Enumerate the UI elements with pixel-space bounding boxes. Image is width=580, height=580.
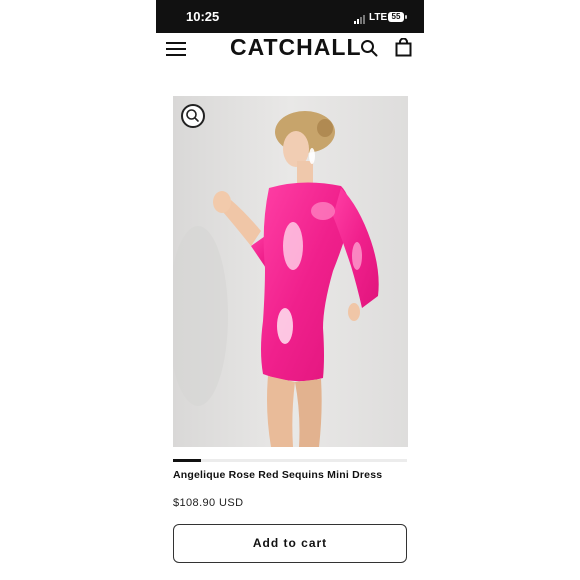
- product-title: Angelique Rose Red Sequins Mini Dress: [173, 469, 383, 481]
- add-to-cart-button[interactable]: Add to cart: [173, 524, 407, 563]
- phone-screen: 10:25 LTE 55 CATCHALL Angelique Rose Red…: [156, 0, 424, 580]
- shopping-bag-icon[interactable]: [395, 38, 412, 57]
- hamburger-menu-icon[interactable]: [166, 41, 186, 56]
- network-type: LTE: [369, 12, 388, 23]
- battery-icon: 55: [388, 12, 407, 22]
- image-gallery-progress-fill: [173, 459, 202, 462]
- image-gallery-progress: [173, 459, 407, 462]
- logo[interactable]: CATCHALL: [230, 33, 361, 61]
- product-image[interactable]: [173, 96, 408, 447]
- status-bar: 10:25 LTE 55: [156, 0, 424, 33]
- zoom-icon[interactable]: [181, 104, 205, 128]
- product-price: $108.90 USD: [173, 497, 244, 509]
- search-icon[interactable]: [360, 39, 378, 57]
- signal-icon: [354, 14, 370, 24]
- status-time: 10:25: [186, 9, 220, 24]
- product-photo: [173, 96, 408, 447]
- header: CATCHALL: [156, 33, 424, 63]
